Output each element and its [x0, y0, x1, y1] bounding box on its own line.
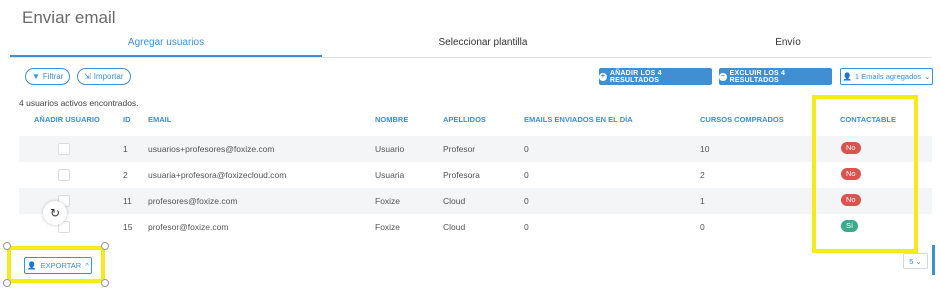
- cell-apellidos: Profesor: [443, 144, 476, 154]
- header-nombre: NOMBRE: [375, 115, 409, 124]
- cell-email: profesor@foxize.com: [148, 222, 229, 232]
- cell-enviados: 0: [524, 170, 529, 180]
- cell-apellidos: Profesora: [443, 170, 480, 180]
- cell-nombre: Usuario: [375, 144, 405, 154]
- cell-enviados: 0: [524, 222, 529, 232]
- table-row: 15 profesor@foxize.com Foxize Cloud 0 0 …: [19, 214, 932, 240]
- export-user-icon: 👤: [27, 261, 37, 270]
- scrollbar[interactable]: [932, 245, 935, 275]
- table-header: AÑADIR USUARIO ID EMAIL NOMBRE APELLIDOS…: [19, 115, 932, 135]
- added-emails-label: 1 Emails agregados: [854, 72, 922, 81]
- filter-label: Filtrar: [42, 72, 64, 81]
- header-apellidos: APELLIDOS: [443, 115, 486, 124]
- minus-circle-icon: −: [719, 72, 727, 81]
- table-row: 11 profesores@foxize.com Foxize Cloud 0 …: [19, 188, 932, 214]
- chevron-up-icon: ^: [85, 261, 89, 270]
- resize-handle[interactable]: [101, 242, 109, 250]
- export-button[interactable]: 👤 EXPORTAR ^: [24, 257, 92, 274]
- cell-cursos: 10: [700, 144, 710, 154]
- cell-email: usuarios+profesores@foxize.com: [148, 144, 275, 154]
- import-label: Importar: [93, 72, 124, 81]
- chevron-down-icon: ⌄: [924, 72, 931, 81]
- table-row: 2 usuaria+profesora@foxizecloud.com Usua…: [19, 162, 932, 188]
- cell-cursos: 1: [700, 196, 705, 206]
- cell-nombre: Usuaria: [375, 170, 405, 180]
- tab-agregar-usuarios[interactable]: Agregar usuarios: [10, 30, 322, 57]
- cell-nombre: Foxize: [375, 222, 401, 232]
- tab-bar: Agregar usuarios Seleccionar plantilla E…: [10, 30, 932, 58]
- rotate-icon[interactable]: ↻: [43, 201, 67, 225]
- plus-circle-icon: +: [599, 72, 607, 81]
- exclude-all-results-button[interactable]: − EXCLUIR LOS 4 RESULTADOS: [719, 68, 832, 85]
- resize-handle[interactable]: [3, 279, 11, 287]
- add-user-checkbox[interactable]: [58, 143, 70, 155]
- page-title: Enviar email: [22, 8, 116, 27]
- cell-cursos: 2: [700, 170, 705, 180]
- add-user-checkbox[interactable]: [58, 169, 70, 181]
- cell-apellidos: Cloud: [443, 196, 466, 206]
- cell-id: 2: [123, 170, 128, 180]
- cell-id: 11: [123, 196, 132, 206]
- header-id: ID: [123, 115, 131, 124]
- page-size-select[interactable]: 5 ⌄: [903, 253, 928, 269]
- chevron-down-icon: ⌄: [915, 256, 922, 266]
- cell-id: 15: [123, 222, 133, 232]
- page-size-value: 5: [909, 256, 914, 266]
- cell-enviados: 0: [524, 196, 529, 206]
- add-all-results-button[interactable]: + AÑADIR LOS 4 RESULTADOS: [599, 68, 712, 85]
- tab-seleccionar-plantilla[interactable]: Seleccionar plantilla: [322, 30, 644, 57]
- cell-email: profesores@foxize.com: [148, 196, 238, 206]
- header-email: EMAIL: [148, 115, 172, 124]
- exclude-all-label: EXCLUIR LOS 4 RESULTADOS: [729, 69, 786, 84]
- resize-handle[interactable]: [101, 279, 109, 287]
- cell-nombre: Foxize: [375, 196, 401, 206]
- cell-email: usuaria+profesora@foxizecloud.com: [148, 170, 287, 180]
- header-cursos: CURSOS COMPRADOS: [700, 115, 784, 124]
- header-add: AÑADIR USUARIO: [34, 115, 100, 124]
- export-label: EXPORTAR: [40, 261, 82, 270]
- filter-button[interactable]: ▼ Filtrar: [25, 68, 71, 85]
- added-emails-dropdown[interactable]: 👤 1 Emails agregados ⌄: [840, 68, 933, 85]
- results-count: 4 usuarios activos encontrados.: [19, 98, 139, 108]
- highlight-contactable-column: [812, 95, 918, 253]
- header-emails-enviados: EMAILS ENVIADOS EN EL DÍA: [524, 115, 633, 124]
- resize-handle[interactable]: [3, 242, 11, 250]
- import-icon: ⇲: [84, 72, 91, 81]
- cell-apellidos: Cloud: [443, 222, 466, 232]
- cell-id: 1: [123, 144, 128, 154]
- cell-enviados: 0: [524, 144, 529, 154]
- filter-icon: ▼: [32, 72, 40, 81]
- add-all-label: AÑADIR LOS 4 RESULTADOS: [609, 69, 662, 84]
- cell-cursos: 0: [700, 222, 705, 232]
- table-row: 1 usuarios+profesores@foxize.com Usuario…: [19, 136, 932, 162]
- import-button[interactable]: ⇲ Importar: [77, 68, 131, 85]
- user-icon: 👤: [842, 72, 852, 81]
- tab-envio[interactable]: Envío: [644, 30, 932, 57]
